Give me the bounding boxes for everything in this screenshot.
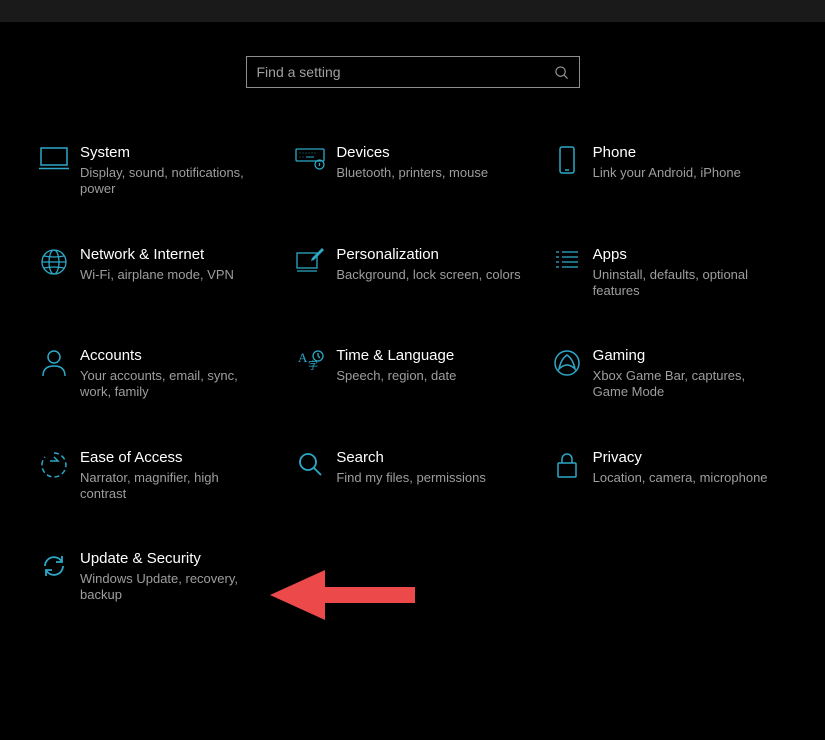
titlebar [0, 0, 825, 22]
tile-title: Accounts [80, 347, 264, 364]
search-container [0, 56, 825, 88]
tile-desc: Your accounts, email, sync, work, family [80, 368, 264, 401]
tile-desc: Wi-Fi, airplane mode, VPN [80, 267, 234, 283]
apps-icon [541, 246, 593, 274]
globe-icon [28, 246, 80, 276]
time-language-icon: A 字 [284, 347, 336, 377]
tile-title: Privacy [593, 449, 768, 466]
tile-title: Time & Language [336, 347, 456, 364]
tile-desc: Xbox Game Bar, captures, Game Mode [593, 368, 777, 401]
search-input[interactable] [257, 64, 554, 80]
tile-desc: Bluetooth, printers, mouse [336, 165, 488, 181]
tile-title: Phone [593, 144, 741, 161]
tile-phone[interactable]: Phone Link your Android, iPhone [541, 144, 797, 198]
tile-ease-of-access[interactable]: Ease of Access Narrator, magnifier, high… [28, 449, 284, 503]
tile-title: Update & Security [80, 550, 264, 567]
tile-accounts[interactable]: Accounts Your accounts, email, sync, wor… [28, 347, 284, 401]
tile-title: Search [336, 449, 486, 466]
update-icon [28, 550, 80, 580]
search-tile-icon [284, 449, 336, 477]
gaming-icon [541, 347, 593, 377]
search-icon [554, 65, 569, 80]
ease-of-access-icon [28, 449, 80, 479]
tile-desc: Find my files, permissions [336, 470, 486, 486]
tile-title: Personalization [336, 246, 520, 263]
tile-desc: Narrator, magnifier, high contrast [80, 470, 264, 503]
tile-personalization[interactable]: Personalization Background, lock screen,… [284, 246, 540, 300]
tile-devices[interactable]: Devices Bluetooth, printers, mouse [284, 144, 540, 198]
tile-desc: Background, lock screen, colors [336, 267, 520, 283]
tile-title: Devices [336, 144, 488, 161]
tile-desc: Display, sound, notifications, power [80, 165, 264, 198]
lock-icon [541, 449, 593, 479]
tile-gaming[interactable]: Gaming Xbox Game Bar, captures, Game Mod… [541, 347, 797, 401]
tile-time-language[interactable]: A 字 Time & Language Speech, region, date [284, 347, 540, 401]
tile-title: Network & Internet [80, 246, 234, 263]
tile-apps[interactable]: Apps Uninstall, defaults, optional featu… [541, 246, 797, 300]
tile-privacy[interactable]: Privacy Location, camera, microphone [541, 449, 797, 503]
accounts-icon [28, 347, 80, 377]
tile-desc: Location, camera, microphone [593, 470, 768, 486]
system-icon [28, 144, 80, 170]
settings-grid: System Display, sound, notifications, po… [0, 144, 825, 604]
tile-desc: Uninstall, defaults, optional features [593, 267, 777, 300]
tile-title: Apps [593, 246, 777, 263]
personalization-icon [284, 246, 336, 272]
tile-desc: Windows Update, recovery, backup [80, 571, 264, 604]
tile-desc: Link your Android, iPhone [593, 165, 741, 181]
devices-icon [284, 144, 336, 170]
svg-text:A: A [298, 350, 308, 365]
tile-system[interactable]: System Display, sound, notifications, po… [28, 144, 284, 198]
phone-icon [541, 144, 593, 174]
tile-desc: Speech, region, date [336, 368, 456, 384]
tile-title: System [80, 144, 264, 161]
tile-network[interactable]: Network & Internet Wi-Fi, airplane mode,… [28, 246, 284, 300]
search-box[interactable] [246, 56, 580, 88]
tile-search[interactable]: Search Find my files, permissions [284, 449, 540, 503]
tile-update-security[interactable]: Update & Security Windows Update, recove… [28, 550, 284, 604]
tile-title: Gaming [593, 347, 777, 364]
tile-title: Ease of Access [80, 449, 264, 466]
